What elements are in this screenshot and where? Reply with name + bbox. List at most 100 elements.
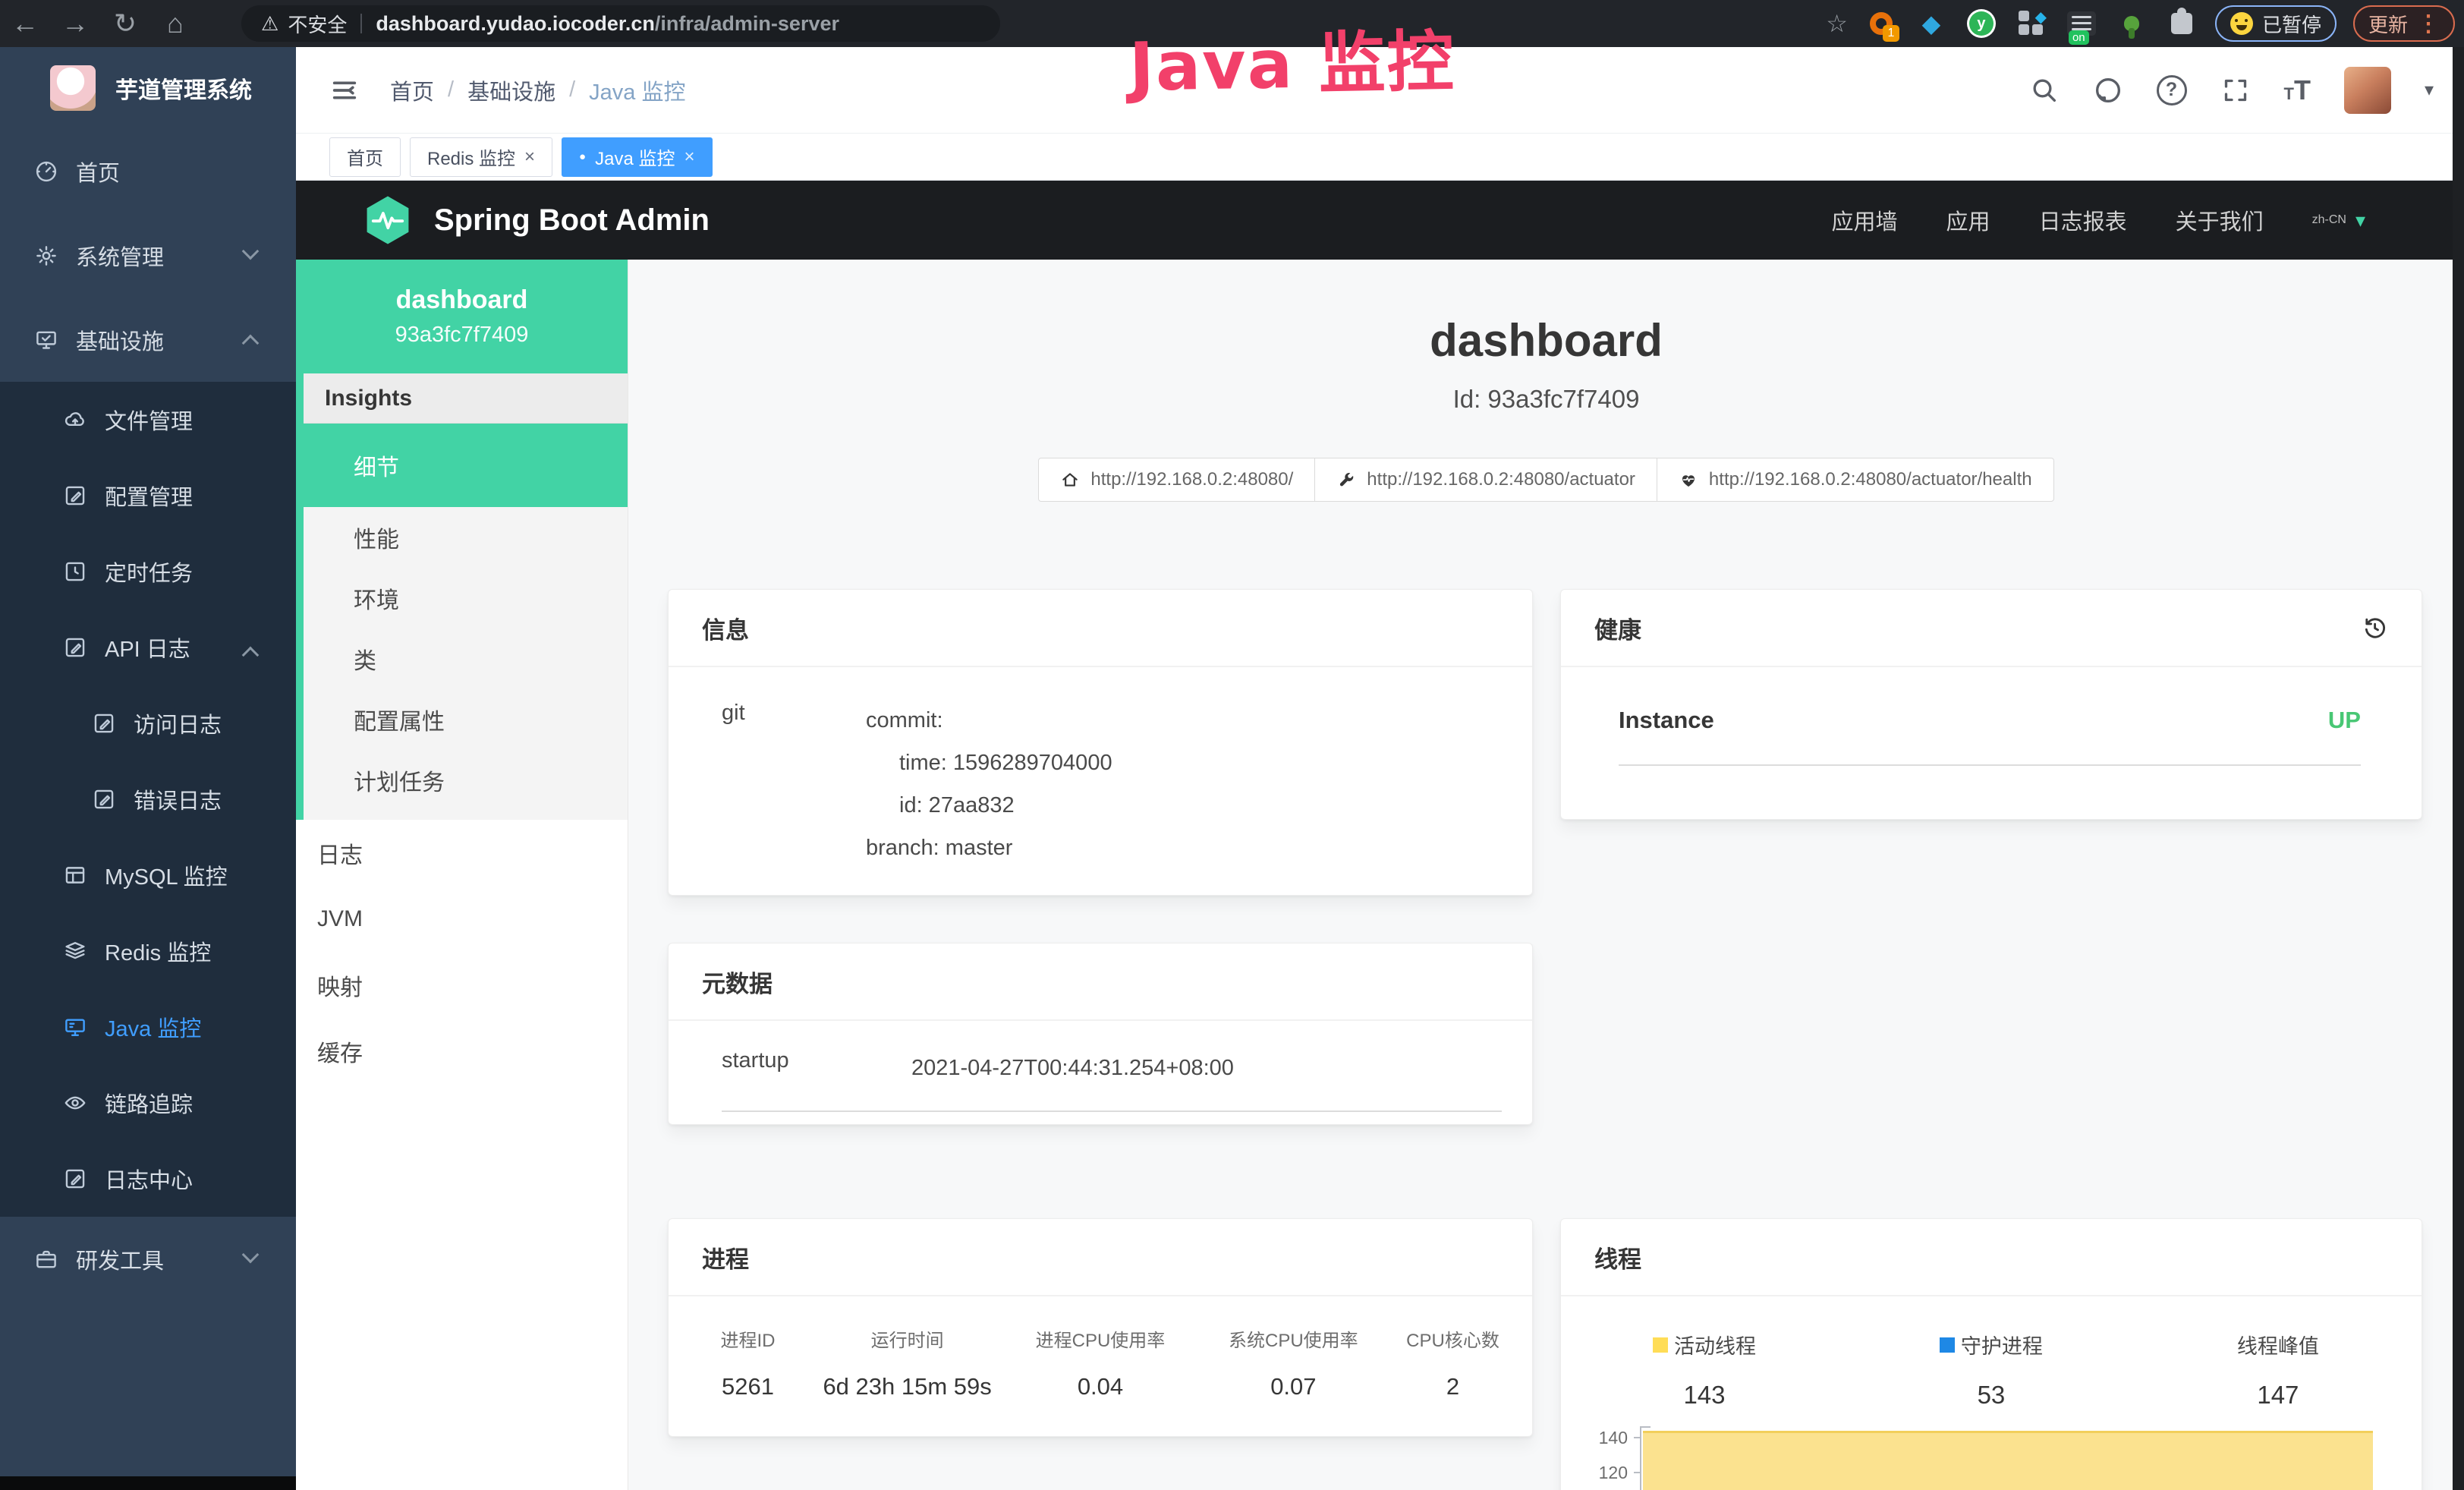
info-card-title: 信息 bbox=[702, 611, 749, 645]
close-icon[interactable]: × bbox=[524, 148, 535, 166]
extension-grid-icon[interactable]: ◆ bbox=[2015, 7, 2048, 40]
actuator-url-button[interactable]: http://192.168.0.2:48080/actuator bbox=[1314, 458, 1657, 502]
sba-item-details[interactable]: 细节 bbox=[304, 424, 628, 507]
sidebar-item-access-logs[interactable]: 访问日志 bbox=[0, 685, 296, 761]
threads-chart: 140 120 100 bbox=[1584, 1426, 2385, 1490]
daemon-threads-value: 53 bbox=[1848, 1381, 2135, 1410]
metadata-value: 2021-04-27T00:44:31.254+08:00 bbox=[911, 1047, 1502, 1089]
extension-y-icon[interactable]: y bbox=[1965, 7, 1998, 40]
help-icon[interactable]: ? bbox=[2157, 75, 2187, 106]
paused-chip[interactable]: 已暂停 bbox=[2215, 5, 2337, 42]
process-card: 进程 进程ID5261 运行时间6d 23h 15m 59s 进程CPU使用率0… bbox=[668, 1218, 1533, 1437]
tab-java-monitor[interactable]: ● Java 监控 × bbox=[562, 137, 712, 177]
sba-item-environment[interactable]: 环境 bbox=[304, 568, 628, 628]
breadcrumb-infrastructure[interactable]: 基础设施 bbox=[467, 74, 555, 106]
process-uptime-value: 6d 23h 15m 59s bbox=[815, 1373, 999, 1400]
sba-item-logs[interactable]: 日志 bbox=[296, 820, 628, 886]
close-icon[interactable]: × bbox=[684, 148, 694, 166]
sidebar-item-error-logs[interactable]: 错误日志 bbox=[0, 761, 296, 837]
address-bar[interactable]: ⚠ 不安全 dashboard.yudao.iocoder.cn /infra/… bbox=[241, 5, 1000, 42]
sidebar-item-dev-tools[interactable]: 研发工具 bbox=[0, 1217, 296, 1301]
extensions-puzzle-icon[interactable] bbox=[2165, 7, 2198, 40]
sba-nav-applications[interactable]: 应用 bbox=[1946, 204, 1990, 236]
process-cpu-header: 进程CPU使用率 bbox=[999, 1325, 1201, 1352]
sidebar-item-infrastructure[interactable]: 基础设施 bbox=[0, 298, 296, 382]
sba-brand[interactable]: Spring Boot Admin bbox=[434, 203, 710, 238]
sidebar-item-api-logs[interactable]: API 日志 bbox=[0, 610, 296, 685]
health-status-badge: UP bbox=[2328, 707, 2361, 734]
bookmark-star-icon[interactable]: ☆ bbox=[1826, 9, 1848, 38]
not-secure-icon: ⚠ bbox=[261, 12, 278, 36]
sidebar-item-file-manage[interactable]: 文件管理 bbox=[0, 382, 296, 458]
extension-list-icon[interactable]: on bbox=[2065, 7, 2098, 40]
sba-sidebar: dashboard 93a3fc7f7409 Insights 细节 性能 环境… bbox=[296, 260, 628, 1490]
update-menu-button[interactable]: 更新 ⋮ bbox=[2353, 5, 2455, 42]
sidebar-item-mysql-monitor[interactable]: MySQL 监控 bbox=[0, 837, 296, 913]
sidebar-item-log-center[interactable]: 日志中心 bbox=[0, 1141, 296, 1217]
service-url-button[interactable]: http://192.168.0.2:48080/ bbox=[1038, 458, 1315, 502]
tags-view-bar: 首页 Redis 监控 × ● Java 监控 × bbox=[296, 134, 2464, 181]
sba-item-classes[interactable]: 类 bbox=[304, 628, 628, 689]
github-icon[interactable] bbox=[2093, 75, 2123, 106]
breadcrumb: 首页 / 基础设施 / Java 监控 bbox=[390, 74, 685, 106]
extension-orange-icon[interactable]: 1 bbox=[1865, 7, 1898, 40]
sba-section-insights: Insights bbox=[304, 373, 628, 424]
search-icon[interactable] bbox=[2029, 75, 2060, 106]
cloud-upload-icon bbox=[62, 407, 88, 433]
sba-item-config-props[interactable]: 配置属性 bbox=[304, 689, 628, 750]
text-size-icon[interactable]: TT bbox=[2284, 74, 2311, 106]
app-sidebar: 芋道管理系统 首页 系统管理 基础设施 文件管理 配置管理 定时任务 API 日… bbox=[0, 47, 296, 1476]
sidebar-item-java-monitor[interactable]: Java 监控 bbox=[0, 989, 296, 1065]
metadata-card-title: 元数据 bbox=[702, 965, 773, 999]
system-cpu-header: 系统CPU使用率 bbox=[1201, 1325, 1386, 1352]
sidebar-collapse-icon[interactable] bbox=[329, 75, 360, 106]
browser-reload-icon[interactable]: ↻ bbox=[100, 0, 150, 47]
page-annotation: Java 监控 bbox=[1128, 8, 1456, 109]
git-commit-line: commit: bbox=[866, 699, 1502, 742]
breadcrumb-separator: / bbox=[569, 77, 575, 102]
sba-item-caches[interactable]: 缓存 bbox=[296, 1018, 628, 1084]
sidebar-item-redis-monitor[interactable]: Redis 监控 bbox=[0, 913, 296, 989]
history-icon[interactable] bbox=[2361, 614, 2388, 641]
sba-nav-wallboard[interactable]: 应用墙 bbox=[1832, 204, 1898, 236]
legend-blue-swatch bbox=[1940, 1337, 1955, 1353]
extension-sprout-icon[interactable] bbox=[2115, 7, 2148, 40]
sidebar-item-system[interactable]: 系统管理 bbox=[0, 213, 296, 298]
sba-nav-journal[interactable]: 日志报表 bbox=[2039, 204, 2127, 236]
user-menu-caret-icon[interactable]: ▾ bbox=[2425, 79, 2434, 101]
browser-back-icon[interactable]: ← bbox=[0, 0, 50, 47]
chart-axis-cap bbox=[1640, 1426, 1651, 1428]
health-url-button[interactable]: http://192.168.0.2:48080/actuator/health bbox=[1657, 458, 2054, 502]
chart-tick bbox=[1634, 1437, 1641, 1438]
sba-item-metrics[interactable]: 性能 bbox=[304, 507, 628, 568]
instance-id-line: Id: 93a3fc7f7409 bbox=[628, 385, 2464, 414]
sba-item-mappings[interactable]: 映射 bbox=[296, 952, 628, 1018]
sidebar-item-config-manage[interactable]: 配置管理 bbox=[0, 458, 296, 534]
fullscreen-icon[interactable] bbox=[2220, 75, 2251, 106]
wrench-icon bbox=[1336, 470, 1356, 490]
sidebar-item-home[interactable]: 首页 bbox=[0, 129, 296, 213]
app-logo[interactable]: 芋道管理系统 bbox=[0, 47, 296, 129]
tab-home[interactable]: 首页 bbox=[329, 137, 401, 177]
peak-threads-value: 147 bbox=[2135, 1381, 2422, 1410]
url-path: /infra/admin-server bbox=[655, 12, 839, 36]
layers-icon bbox=[62, 938, 88, 964]
sidebar-item-tracing[interactable]: 链路追踪 bbox=[0, 1065, 296, 1141]
avatar[interactable] bbox=[2344, 67, 2391, 114]
legend-live-threads: 活动线程 bbox=[1653, 1330, 1756, 1359]
tab-redis-monitor[interactable]: Redis 监控 × bbox=[410, 137, 552, 177]
extension-pin-icon[interactable]: ◆ bbox=[1915, 7, 1948, 40]
sba-language-select[interactable]: zh-CN ▾ bbox=[2312, 209, 2365, 232]
legend-daemon-threads: 守护进程 bbox=[1940, 1330, 2043, 1359]
breadcrumb-home[interactable]: 首页 bbox=[390, 74, 434, 106]
log-edit-icon bbox=[91, 710, 117, 736]
legend-yellow-swatch bbox=[1653, 1337, 1668, 1353]
sba-item-jvm[interactable]: JVM bbox=[296, 886, 628, 952]
sba-item-scheduled-tasks[interactable]: 计划任务 bbox=[304, 750, 628, 811]
window-scrollbar-edge[interactable] bbox=[2453, 47, 2464, 1490]
browser-home-icon[interactable]: ⌂ bbox=[150, 0, 200, 47]
browser-forward-icon[interactable]: → bbox=[50, 0, 100, 47]
sidebar-item-scheduled-jobs[interactable]: 定时任务 bbox=[0, 534, 296, 610]
address-divider bbox=[360, 14, 362, 33]
sba-nav-about[interactable]: 关于我们 bbox=[2176, 204, 2264, 236]
